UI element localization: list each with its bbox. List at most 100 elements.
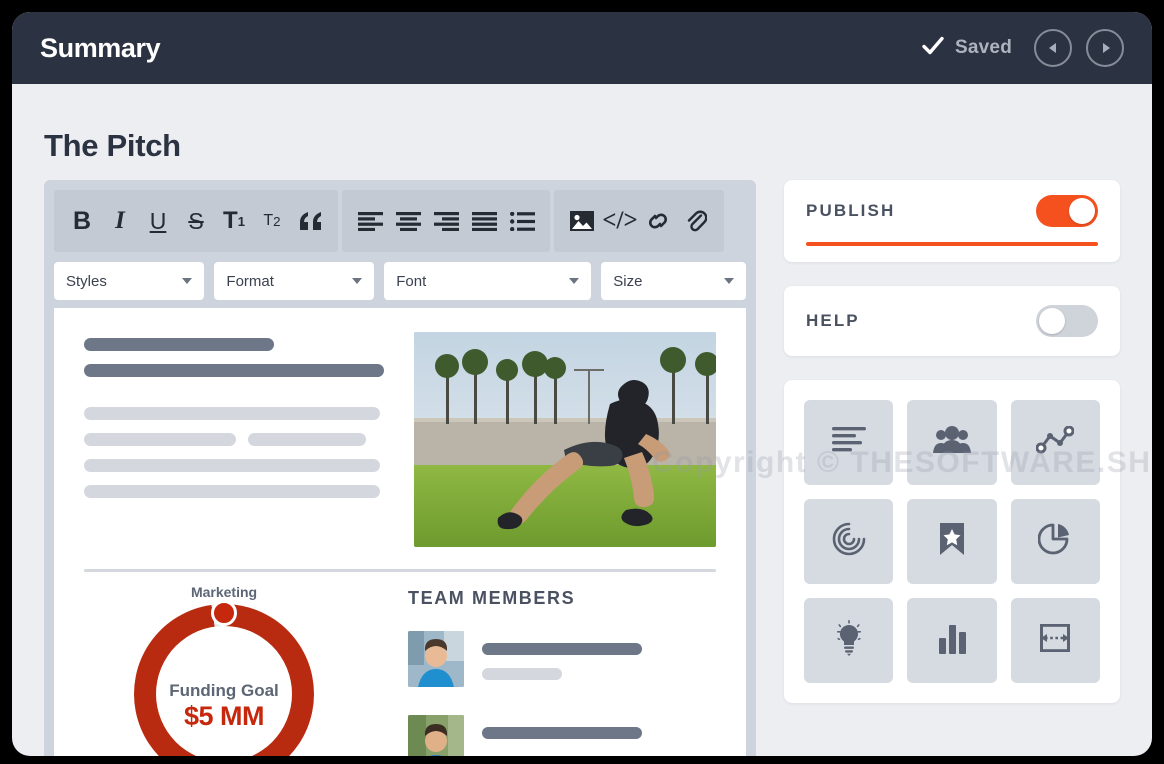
chevron-down-icon xyxy=(569,278,579,284)
target-tool[interactable] xyxy=(804,499,893,584)
team-members-section: TEAM MEMBERS xyxy=(408,584,716,756)
align-left-button[interactable] xyxy=(352,199,388,243)
page-title: The Pitch xyxy=(44,128,181,164)
funding-goal-value: $5 MM xyxy=(184,701,264,732)
document-top-section xyxy=(84,332,716,547)
tools-panel xyxy=(784,380,1120,703)
funding-donut-chart: Marketing Funding Goal $5 MM xyxy=(84,584,364,756)
page-body: The Pitch B I U S T1 T2 xyxy=(12,84,1152,756)
toggle-knob xyxy=(1039,308,1065,334)
subscript-button[interactable]: T1 xyxy=(216,199,252,243)
styles-select[interactable]: Styles xyxy=(54,262,204,300)
placeholder-bar xyxy=(482,643,642,655)
align-center-button[interactable] xyxy=(390,199,426,243)
document-hero-image xyxy=(414,332,716,547)
placeholder-bar xyxy=(84,364,384,377)
bookmark-tool[interactable] xyxy=(907,499,996,584)
team-member-lines xyxy=(482,715,716,752)
pie-chart-icon xyxy=(1038,522,1072,561)
superscript-button[interactable]: T2 xyxy=(254,199,290,243)
text-format-group: B I U S T1 T2 xyxy=(54,190,338,252)
donut-graphic: Funding Goal $5 MM xyxy=(134,604,314,756)
idea-tool[interactable] xyxy=(804,598,893,683)
save-status-label: Saved xyxy=(955,37,1012,59)
bar-chart-icon xyxy=(936,622,968,659)
spacing-tool[interactable] xyxy=(1011,598,1100,683)
chevron-down-icon xyxy=(182,278,192,284)
styles-select-label: Styles xyxy=(66,273,107,290)
spacing-icon xyxy=(1037,622,1073,659)
app-window: Summary Saved The Pitch B I xyxy=(12,12,1152,756)
save-status: Saved xyxy=(921,34,1012,63)
list-item xyxy=(408,715,716,756)
title-bar-actions: Saved xyxy=(921,29,1124,67)
avatar xyxy=(408,631,464,687)
funding-goal-label: Funding Goal xyxy=(169,681,279,701)
insert-image-button[interactable] xyxy=(564,199,600,243)
bold-button[interactable]: B xyxy=(64,199,100,243)
document-text-placeholders xyxy=(84,332,384,547)
bulleted-list-button[interactable] xyxy=(504,199,540,243)
placeholder-bar-row xyxy=(84,433,384,459)
target-icon xyxy=(832,522,866,561)
team-members-heading: TEAM MEMBERS xyxy=(408,588,716,609)
text-align-icon xyxy=(832,427,866,458)
placeholder-bar xyxy=(84,338,274,351)
editor-card: B I U S T1 T2 xyxy=(44,180,756,756)
help-toggle[interactable] xyxy=(1036,305,1098,337)
editor-select-row: Styles Format Font Size xyxy=(54,262,746,300)
placeholder-bar xyxy=(482,727,642,739)
line-chart-icon xyxy=(1036,426,1074,459)
publish-progress-bar xyxy=(806,242,1098,246)
align-right-button[interactable] xyxy=(428,199,464,243)
team-tool[interactable] xyxy=(907,400,996,485)
font-select-label: Font xyxy=(396,273,426,290)
size-select-label: Size xyxy=(613,273,642,290)
chevron-right-icon xyxy=(1103,43,1110,53)
font-select[interactable]: Font xyxy=(384,262,591,300)
alignment-group xyxy=(342,190,550,252)
list-item xyxy=(408,631,716,693)
text-align-tool[interactable] xyxy=(804,400,893,485)
help-panel: HELP xyxy=(784,286,1120,356)
format-select-label: Format xyxy=(226,273,274,290)
document-divider xyxy=(84,569,716,572)
document-bottom-section: Marketing Funding Goal $5 MM TEA xyxy=(84,584,716,756)
avatar xyxy=(408,715,464,756)
bar-chart-tool[interactable] xyxy=(907,598,996,683)
insert-link-button[interactable] xyxy=(640,199,676,243)
chart-caption: Marketing xyxy=(84,584,364,600)
previous-button[interactable] xyxy=(1034,29,1072,67)
blockquote-button[interactable] xyxy=(292,199,328,243)
pie-chart-tool[interactable] xyxy=(1011,499,1100,584)
attach-file-button[interactable] xyxy=(678,199,714,243)
document-canvas[interactable]: Marketing Funding Goal $5 MM TEA xyxy=(54,308,746,756)
size-select[interactable]: Size xyxy=(601,262,746,300)
placeholder-bar xyxy=(248,433,366,446)
publish-panel: PUBLISH xyxy=(784,180,1120,262)
team-icon xyxy=(933,426,971,459)
placeholder-bar xyxy=(84,459,380,472)
publish-toggle[interactable] xyxy=(1036,195,1098,227)
placeholder-bar xyxy=(482,668,562,680)
chevron-left-icon xyxy=(1049,43,1056,53)
italic-button[interactable]: I xyxy=(102,199,138,243)
placeholder-bar xyxy=(84,407,380,420)
chevron-down-icon xyxy=(724,278,734,284)
bookmark-star-icon xyxy=(938,522,966,561)
publish-label: PUBLISH xyxy=(806,201,895,221)
placeholder-bar xyxy=(84,485,380,498)
underline-button[interactable]: U xyxy=(140,199,176,243)
insert-code-button[interactable]: </> xyxy=(602,199,638,243)
publish-row: PUBLISH xyxy=(806,180,1098,242)
check-icon xyxy=(921,34,945,63)
help-row: HELP xyxy=(806,290,1098,352)
donut-center-labels: Funding Goal $5 MM xyxy=(134,604,314,756)
line-chart-tool[interactable] xyxy=(1011,400,1100,485)
team-member-lines xyxy=(482,631,716,693)
align-justify-button[interactable] xyxy=(466,199,502,243)
title-bar: Summary Saved xyxy=(12,12,1152,84)
next-button[interactable] xyxy=(1086,29,1124,67)
strikethrough-button[interactable]: S xyxy=(178,199,214,243)
format-select[interactable]: Format xyxy=(214,262,374,300)
